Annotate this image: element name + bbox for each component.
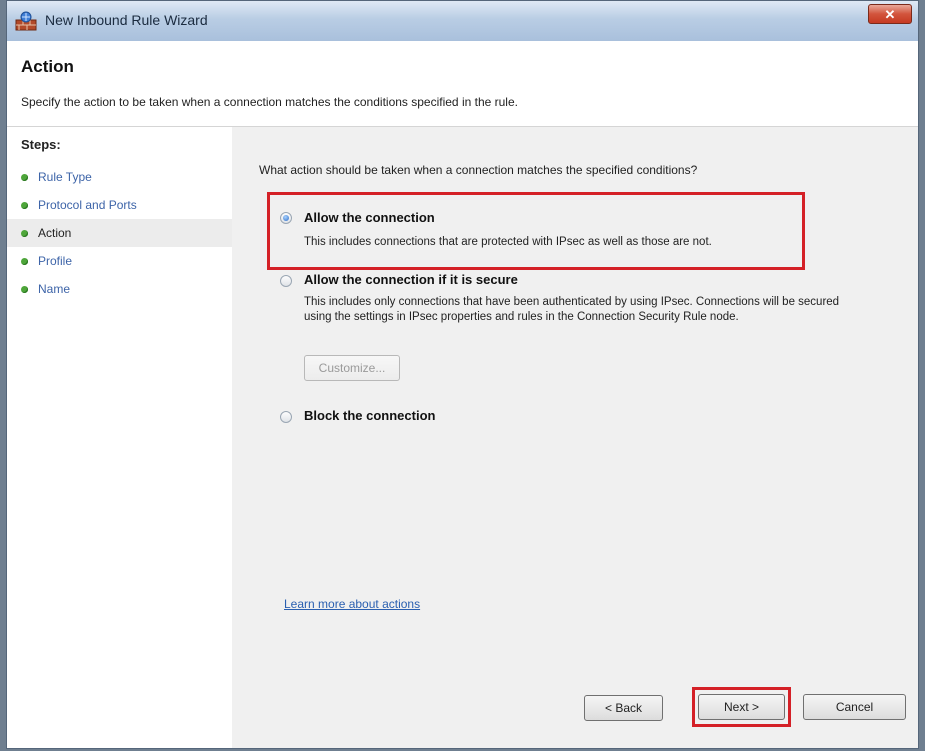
page-description: Specify the action to be taken when a co… <box>21 95 518 109</box>
cancel-button[interactable]: Cancel <box>803 694 906 720</box>
allow-connection-description: This includes connections that are prote… <box>304 236 712 248</box>
step-protocol-and-ports[interactable]: Protocol and Ports <box>21 191 226 219</box>
step-name[interactable]: Name <box>21 275 226 303</box>
step-label: Action <box>38 226 72 240</box>
main-panel: What action should be taken when a conne… <box>232 127 918 748</box>
step-profile[interactable]: Profile <box>21 247 226 275</box>
highlight-box-allow <box>267 192 805 270</box>
allow-secure-radio[interactable] <box>280 275 292 287</box>
wizard-window: New Inbound Rule Wizard ✕ Action Specify… <box>6 0 919 749</box>
step-bullet-icon <box>21 174 28 182</box>
step-label: Rule Type <box>38 170 92 184</box>
close-button[interactable]: ✕ <box>868 4 912 24</box>
steps-panel: Steps: Rule Type Protocol and Ports Acti… <box>7 127 232 747</box>
title-bar[interactable]: New Inbound Rule Wizard ✕ <box>7 1 918 41</box>
allow-connection-label[interactable]: Allow the connection <box>304 210 435 225</box>
allow-connection-radio[interactable] <box>280 212 292 224</box>
back-button[interactable]: < Back <box>584 695 663 721</box>
step-label: Profile <box>38 254 73 268</box>
step-bullet-icon <box>21 258 28 266</box>
steps-title: Steps: <box>21 137 61 152</box>
step-bullet-icon <box>21 230 28 238</box>
step-rule-type[interactable]: Rule Type <box>21 163 226 191</box>
step-bullet-icon <box>21 286 28 294</box>
wizard-content: Action Specify the action to be taken wh… <box>7 41 918 748</box>
close-icon: ✕ <box>884 7 896 22</box>
step-action[interactable]: Action <box>7 219 232 247</box>
customize-button[interactable]: Customize... <box>304 355 400 381</box>
step-label: Protocol and Ports <box>38 198 137 212</box>
firewall-icon <box>15 11 37 31</box>
block-connection-radio[interactable] <box>280 411 292 423</box>
block-connection-label[interactable]: Block the connection <box>304 408 435 423</box>
action-question: What action should be taken when a conne… <box>259 163 698 177</box>
learn-more-link[interactable]: Learn more about actions <box>284 597 420 611</box>
window-title: New Inbound Rule Wizard <box>45 12 208 28</box>
step-bullet-icon <box>21 202 28 210</box>
page-title: Action <box>21 57 74 76</box>
page-header: Action Specify the action to be taken wh… <box>7 41 918 127</box>
step-label: Name <box>38 282 71 296</box>
allow-secure-label[interactable]: Allow the connection if it is secure <box>304 272 518 287</box>
next-button[interactable]: Next > <box>698 694 785 720</box>
allow-secure-description: This includes only connections that have… <box>304 296 840 323</box>
